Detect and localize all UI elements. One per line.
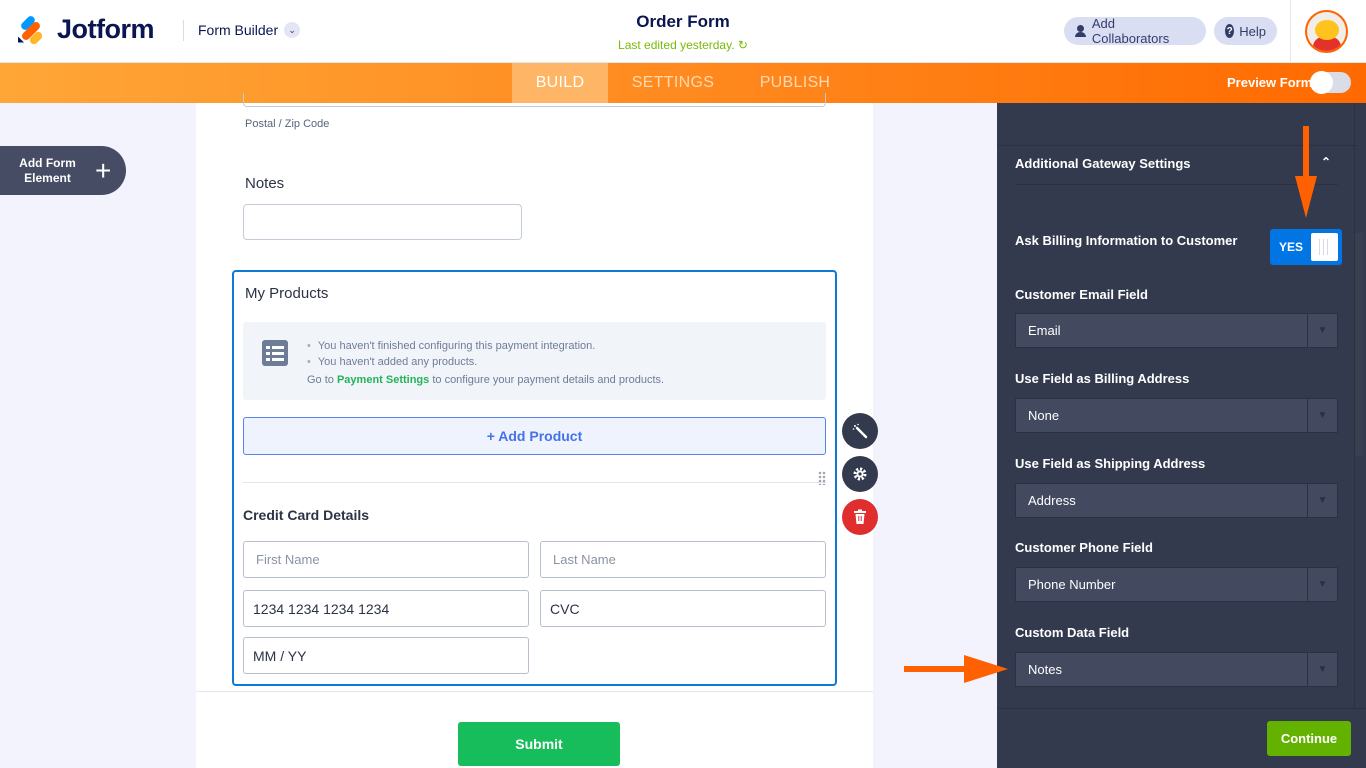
notice-item: You haven't finished configuring this pa…	[307, 338, 596, 354]
avatar-divider	[1290, 0, 1291, 62]
cvc-input[interactable]: CVC	[540, 590, 826, 627]
dropdown-arrow-icon: ▼	[1307, 653, 1337, 686]
form-title-block: Order Form Last edited yesterday. ↻	[583, 12, 783, 52]
help-label: Help	[1239, 23, 1266, 39]
preview-form-label: Preview Form	[1227, 75, 1313, 90]
dropdown-arrow-icon: ▼	[1307, 568, 1337, 601]
last-name-input[interactable]: Last Name	[540, 541, 826, 578]
form-builder-dropdown[interactable]: Form Builder ⌄	[198, 22, 301, 38]
customer-email-select[interactable]: Email ▼	[1015, 313, 1338, 348]
checklist-icon	[262, 340, 288, 366]
annotation-arrow-right-icon	[904, 655, 1008, 683]
my-products-field[interactable]: My Products You haven't finished configu…	[232, 270, 837, 686]
canvas-divider	[196, 691, 873, 692]
jotform-logo[interactable]: Jotform	[17, 14, 155, 46]
card-number-input[interactable]: 1234 1234 1234 1234	[243, 590, 529, 627]
first-name-input[interactable]: First Name	[243, 541, 529, 578]
jotform-logo-icon	[17, 14, 45, 46]
form-builder-label: Form Builder	[198, 22, 279, 38]
plus-icon: +	[95, 154, 112, 186]
notes-input[interactable]	[243, 204, 522, 240]
toggle-state: YES	[1279, 240, 1304, 254]
last-edited-status[interactable]: Last edited yesterday. ↻	[583, 38, 783, 52]
form-title[interactable]: Order Form	[583, 12, 783, 32]
postal-code-input[interactable]	[243, 93, 826, 107]
toggle-knob	[1311, 233, 1338, 261]
customer-phone-label: Customer Phone Field	[1015, 540, 1153, 555]
products-title: My Products	[245, 285, 329, 302]
billing-address-label: Use Field as Billing Address	[1015, 371, 1190, 386]
delete-field-button[interactable]	[842, 499, 878, 535]
trash-icon	[854, 509, 866, 524]
billing-info-label: Ask Billing Information to Customer	[1015, 233, 1238, 248]
form-canvas: Postal / Zip Code Notes My Products You …	[196, 93, 873, 768]
customer-phone-select[interactable]: Phone Number ▼	[1015, 567, 1338, 602]
chevron-down-icon: ⌄	[284, 22, 301, 38]
customer-email-label: Customer Email Field	[1015, 287, 1148, 302]
notice-go-text: Go to Payment Settings to configure your…	[307, 374, 665, 386]
billing-address-select[interactable]: None ▼	[1015, 398, 1338, 433]
billing-info-toggle[interactable]: YES	[1270, 229, 1342, 265]
user-avatar[interactable]	[1305, 10, 1348, 53]
field-settings-button[interactable]	[842, 456, 878, 492]
notice-list: You haven't finished configuring this pa…	[307, 338, 596, 370]
notes-label: Notes	[245, 175, 285, 192]
dropdown-arrow-icon: ▼	[1307, 314, 1337, 347]
custom-data-select[interactable]: Notes ▼	[1015, 652, 1338, 687]
help-icon: ?	[1225, 24, 1235, 38]
help-button[interactable]: ? Help	[1214, 17, 1277, 45]
header-divider	[183, 20, 184, 41]
dropdown-arrow-icon: ▼	[1307, 399, 1337, 432]
chevron-up-icon[interactable]: ⌃	[1321, 155, 1331, 169]
top-header: Jotform Form Builder ⌄ Order Form Last e…	[0, 0, 1366, 63]
expiry-input[interactable]: MM / YY	[243, 637, 529, 674]
postal-code-sublabel: Postal / Zip Code	[245, 118, 330, 130]
section-title[interactable]: Additional Gateway Settings	[1015, 156, 1191, 171]
panel-scrollbar[interactable]	[1355, 233, 1363, 456]
user-icon	[1075, 25, 1086, 37]
notice-item: You haven't added any products.	[307, 354, 595, 370]
gear-icon	[853, 467, 867, 481]
credit-card-title: Credit Card Details	[243, 507, 370, 523]
payment-settings-link[interactable]: Payment Settings	[337, 374, 429, 386]
add-form-element-button[interactable]: Add Form Element +	[0, 146, 126, 195]
dropdown-arrow-icon: ▼	[1307, 484, 1337, 517]
shipping-address-label: Use Field as Shipping Address	[1015, 456, 1206, 471]
custom-data-label: Custom Data Field	[1015, 625, 1130, 640]
add-collaborators-label: Add Collaborators	[1091, 16, 1170, 46]
section-divider	[243, 482, 826, 483]
annotation-arrow-down-icon	[1295, 126, 1317, 218]
add-form-element-label: Add Form Element	[19, 155, 76, 185]
magic-wand-icon	[852, 423, 868, 439]
drag-handle-icon[interactable]	[818, 471, 826, 485]
add-collaborators-button[interactable]: Add Collaborators	[1064, 16, 1206, 46]
add-product-button[interactable]: + Add Product	[243, 417, 826, 455]
preview-form-toggle[interactable]	[1310, 71, 1351, 94]
brand-name: Jotform	[57, 14, 155, 44]
submit-button[interactable]: Submit	[458, 722, 620, 766]
continue-button[interactable]: Continue	[1267, 721, 1351, 756]
shipping-address-select[interactable]: Address ▼	[1015, 483, 1338, 518]
payment-notice: You haven't finished configuring this pa…	[243, 322, 826, 400]
last-edited-text: Last edited yesterday.	[618, 38, 735, 52]
undo-icon: ↻	[737, 38, 748, 52]
magic-wand-button[interactable]	[842, 413, 878, 449]
